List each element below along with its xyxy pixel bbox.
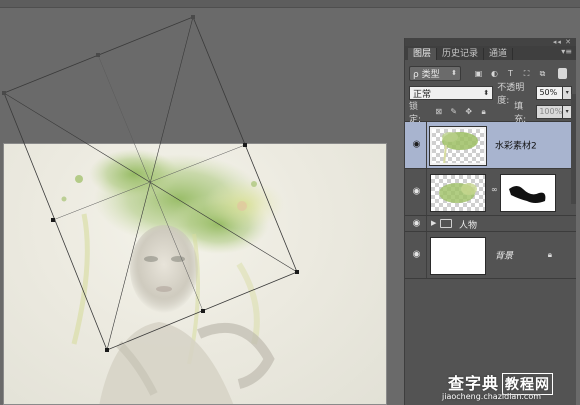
- filter-toggle[interactable]: [558, 67, 567, 79]
- panel-collapse-controls[interactable]: ◂◂ ✕: [553, 38, 572, 46]
- panel-menu-icon[interactable]: ▾≡: [561, 47, 572, 56]
- artwork-image: [61, 149, 284, 404]
- layer-row-watercolor2[interactable]: ◉ 水彩素材2: [405, 122, 576, 169]
- chevron-down-icon: ⬍: [451, 69, 457, 77]
- layer-thumbnail[interactable]: [430, 174, 486, 212]
- opacity-input[interactable]: 50%: [536, 86, 564, 100]
- filter-kind-label: ρ 类型: [413, 69, 440, 80]
- thumbnail-image: [442, 132, 478, 163]
- image-filter-icon[interactable]: ▣: [473, 68, 484, 79]
- fill-label: 填充:: [514, 101, 527, 125]
- options-bar-edge: [0, 0, 580, 8]
- layer-row-masked[interactable]: ◉ ∞: [405, 169, 576, 216]
- lock-position-icon[interactable]: ✥: [464, 107, 473, 116]
- panel-scrollbar[interactable]: [571, 94, 576, 204]
- thumbnail-image: [439, 183, 477, 203]
- panel-tabs: 图层 历史记录 通道 ▾≡: [405, 46, 576, 60]
- chevron-down-icon: ⬍: [483, 89, 490, 97]
- tab-channels[interactable]: 通道: [484, 48, 514, 60]
- divider: [426, 232, 427, 278]
- divider: [426, 122, 427, 168]
- layer-group-person[interactable]: ◉ ▶ 人物: [405, 216, 576, 232]
- adjustment-filter-icon[interactable]: ◐: [489, 68, 500, 79]
- layers-list: ◉ 水彩素材2 ◉ ∞ ◉ ▶ 人物 ◉ 背景 🔒︎: [405, 122, 576, 279]
- eye-icon[interactable]: ◉: [410, 250, 423, 260]
- transform-handle[interactable]: [96, 53, 100, 57]
- divider: [426, 169, 427, 215]
- lock-label: 锁定:: [409, 101, 422, 125]
- layer-thumbnail[interactable]: [430, 237, 486, 275]
- lock-icon: 🔒︎: [547, 250, 552, 259]
- group-name[interactable]: 人物: [459, 218, 477, 231]
- layer-filter-row: ρ 类型 ⬍ ▣ ◐ T ⛶ ⧉: [405, 62, 576, 84]
- document-canvas[interactable]: [3, 143, 387, 405]
- layers-panel: ◂◂ ✕ 图层 历史记录 通道 ▾≡ ρ 类型 ⬍ ▣ ◐ T ⛶ ⧉ 正常 ⬍…: [404, 38, 576, 405]
- eye-icon[interactable]: ◉: [410, 140, 423, 150]
- layer-mask-thumbnail[interactable]: [500, 174, 556, 212]
- type-filter-icon[interactable]: T: [505, 68, 516, 79]
- watermark-title-a: 查字典: [448, 374, 500, 393]
- layer-name[interactable]: 水彩素材2: [495, 139, 537, 152]
- watermark: 查字典 教程网 jiaocheng.chazidian.com: [440, 370, 580, 405]
- eye-icon[interactable]: ◉: [410, 219, 423, 228]
- lock-icons: ⊠ ✎ ✥ 🔒︎: [434, 107, 488, 116]
- link-chain-icon[interactable]: ∞: [491, 185, 498, 194]
- filter-kind-select[interactable]: ρ 类型 ⬍: [409, 65, 461, 81]
- expand-arrow-icon[interactable]: ▶: [431, 219, 436, 227]
- lock-transparency-icon[interactable]: ⊠: [434, 107, 443, 116]
- photoshop-workspace: ◂◂ ✕ 图层 历史记录 通道 ▾≡ ρ 类型 ⬍ ▣ ◐ T ⛶ ⧉ 正常 ⬍…: [0, 0, 580, 405]
- tab-history[interactable]: 历史记录: [437, 48, 485, 60]
- tab-layers[interactable]: 图层: [408, 48, 438, 60]
- blend-opacity-row: 正常 ⬍ 不透明度: 50% ▾: [405, 83, 576, 106]
- blend-mode-value: 正常: [413, 89, 432, 100]
- shape-filter-icon[interactable]: ⛶: [521, 68, 532, 79]
- layer-name[interactable]: 背景: [495, 249, 513, 262]
- fill-input[interactable]: 100%: [536, 104, 564, 119]
- lock-all-icon[interactable]: 🔒︎: [479, 107, 488, 116]
- folder-icon: [440, 219, 452, 228]
- filter-icons: ▣ ◐ T ⛶ ⧉: [473, 68, 548, 79]
- panel-header-bar: ◂◂ ✕: [405, 38, 576, 46]
- smart-object-filter-icon[interactable]: ⧉: [537, 68, 548, 79]
- layer-thumbnail[interactable]: [429, 126, 487, 166]
- lock-fill-row: 锁定: ⊠ ✎ ✥ 🔒︎ 填充: 100% ▾: [405, 101, 576, 125]
- transform-handle[interactable]: [2, 91, 6, 95]
- eye-icon[interactable]: ◉: [410, 187, 423, 197]
- transform-handle[interactable]: [191, 15, 195, 19]
- divider: [426, 216, 427, 231]
- watermark-url: jiaocheng.chazidian.com: [442, 392, 542, 401]
- mask-image: [509, 186, 546, 203]
- lock-pixels-icon[interactable]: ✎: [449, 107, 458, 116]
- blend-mode-select[interactable]: 正常 ⬍: [409, 86, 494, 100]
- layer-row-background[interactable]: ◉ 背景 🔒︎: [405, 232, 576, 279]
